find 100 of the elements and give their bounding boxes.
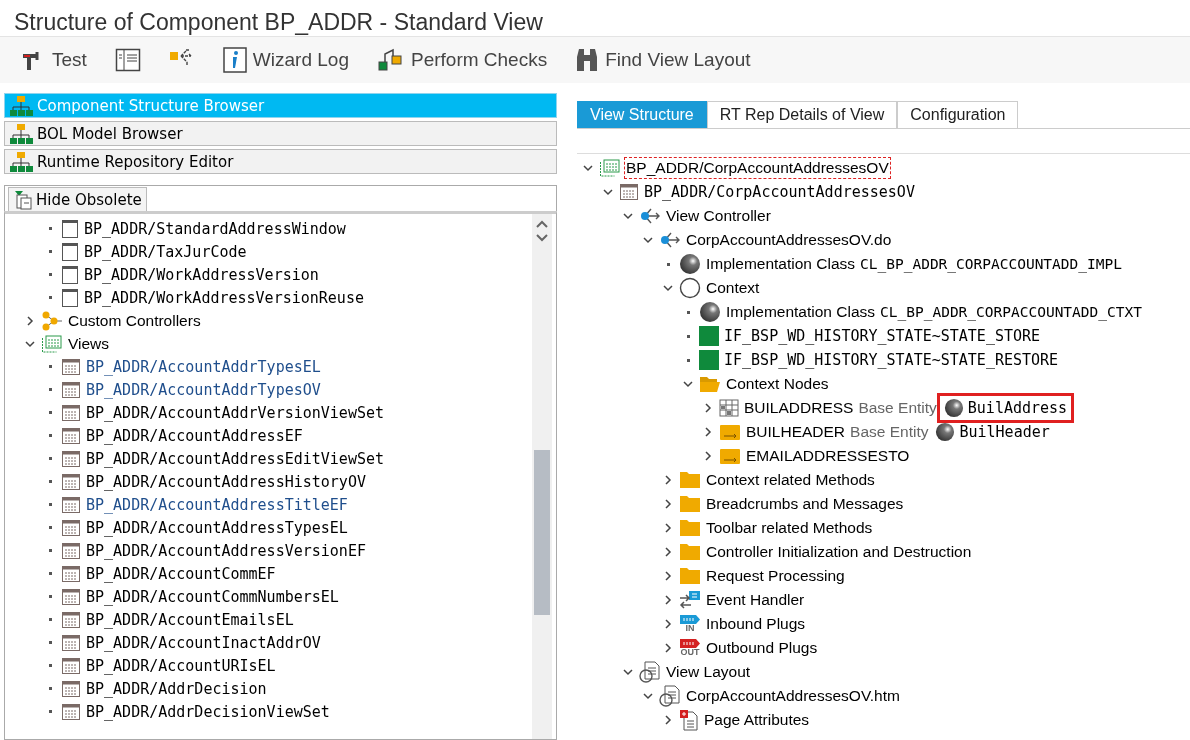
collapse-chevron-icon[interactable] <box>682 378 694 390</box>
toolbar-button[interactable]: Find View Layout <box>571 43 755 77</box>
tree-node-label[interactable]: BP_ADDR/AddrDecisionViewSet <box>85 701 331 722</box>
expand-chevron-icon[interactable] <box>662 522 674 534</box>
view-layout-icon <box>61 702 81 721</box>
tree-node-label[interactable]: Views <box>67 333 111 354</box>
scrollbar[interactable] <box>532 214 552 739</box>
expand-chevron-icon[interactable] <box>702 402 714 414</box>
tree-node-label[interactable]: BP_ADDR/AccountEmailsEL <box>85 609 295 630</box>
tree-node-label[interactable]: IF_BSP_WD_HISTORY_STATE~STATE_STORE <box>723 326 1042 346</box>
tree-node-label[interactable]: BP_ADDR/AccountCommEF <box>85 563 277 584</box>
event-handler-icon <box>679 590 701 610</box>
tree-node-label[interactable]: BP_ADDR/AccountAddressHistoryOV <box>85 471 367 492</box>
folder-icon <box>679 519 701 537</box>
tree-node-label[interactable]: CorpAccountAddressesOV.do <box>685 230 893 250</box>
tree-node-label[interactable]: BP_ADDR/AccountCommNumbersEL <box>85 586 340 607</box>
tree-node-label[interactable]: Event Handler <box>705 590 806 610</box>
tree-node-label[interactable]: BP_ADDR/AccountAddressEF <box>85 425 304 446</box>
view-layout-icon <box>61 449 81 468</box>
expand-chevron-icon[interactable] <box>702 450 714 462</box>
expand-chevron-icon[interactable] <box>662 714 674 726</box>
tree-node-label[interactable]: Request Processing <box>705 566 846 586</box>
tree-node-label[interactable]: BUILHEADER <box>745 422 847 442</box>
expand-chevron-icon[interactable] <box>24 314 36 327</box>
tree-node-label[interactable]: BP_ADDR/AccountInactAddrOV <box>85 632 322 653</box>
collapse-chevron-icon[interactable] <box>622 210 634 222</box>
binoculars-icon <box>575 47 600 73</box>
tree-node-label[interactable]: View Controller <box>665 206 772 226</box>
scroll-down-icon[interactable] <box>536 234 548 242</box>
toolbar-button[interactable]: Test <box>16 44 91 76</box>
tree-node-label[interactable]: BP_ADDR/AccountURIsEL <box>85 655 277 676</box>
tree-node-label[interactable]: Inbound Plugs <box>705 614 807 634</box>
expand-chevron-icon[interactable] <box>662 594 674 606</box>
collapse-chevron-icon[interactable] <box>662 282 674 294</box>
tree-node-label[interactable]: EMAILADDRESSESTO <box>745 446 911 466</box>
bullet-icon <box>686 334 690 338</box>
entity-name: BuilHeader <box>932 421 1053 443</box>
window-icon <box>61 241 79 262</box>
bullet-icon <box>686 358 690 362</box>
tree-node-label[interactable]: BP_ADDR/CorpAccountAddressesOV <box>643 182 916 202</box>
tree-node-label[interactable]: Context related Methods <box>705 470 876 490</box>
tree-node-label[interactable]: BP_ADDR/WorkAddressVersion <box>83 264 320 285</box>
view-layout-icon <box>61 610 81 629</box>
browser-button[interactable]: Runtime Repository Editor <box>4 149 557 174</box>
collapse-chevron-icon[interactable] <box>582 162 594 174</box>
expand-chevron-icon[interactable] <box>662 618 674 630</box>
sphere-icon <box>679 253 701 275</box>
hide-obsolete-button[interactable]: Hide Obsolete <box>8 187 147 211</box>
tree-node-label[interactable]: Breadcrumbs and Messages <box>705 494 905 514</box>
tree-node-label[interactable]: BP_ADDR/AccountAddressTypesEL <box>85 517 349 538</box>
tab[interactable]: RT Rep Details of View <box>706 101 898 128</box>
tree-node-label[interactable]: View Layout <box>665 662 752 682</box>
bullet-icon <box>48 710 52 713</box>
toolbar-button[interactable]: Wizard Log <box>218 43 353 77</box>
browser-button[interactable]: BOL Model Browser <box>4 121 557 146</box>
tree-node-label[interactable]: BP_ADDR/AccountAddressTitleEF <box>85 494 349 515</box>
tree-node-label[interactable]: BP_ADDR/AccountAddrTypesEL <box>85 356 322 377</box>
tab[interactable]: Configuration <box>897 101 1019 128</box>
page-attributes-icon <box>679 709 699 731</box>
info-icon <box>222 47 247 73</box>
tree-node-label[interactable]: IF_BSP_WD_HISTORY_STATE~STATE_RESTORE <box>723 350 1060 370</box>
toolbar-button[interactable]: Perform Checks <box>372 44 552 76</box>
tree-node-label[interactable]: BP_ADDR/AccountAddressEditViewSet <box>85 448 385 469</box>
tree-node-label[interactable]: Context Nodes <box>725 374 830 394</box>
layout-icon[interactable] <box>114 48 141 72</box>
tree-node-label[interactable]: BUILADDRESS <box>743 398 855 418</box>
folder-icon <box>679 471 701 489</box>
tree-node-label[interactable]: BP_ADDR/AccountAddrTypesOV <box>85 379 322 400</box>
tree-node-label[interactable]: BP_ADDR/AddrDecision <box>85 678 268 699</box>
tree-node-label[interactable]: BP_ADDR/CorpAccountAddressesOV <box>625 158 890 178</box>
tree-node-label[interactable]: BP_ADDR/WorkAddressVersionReuse <box>83 287 365 308</box>
tree-node-label[interactable]: CorpAccountAddressesOV.htm <box>685 686 901 706</box>
tree-node-label[interactable]: Context <box>705 278 761 298</box>
collapse-chevron-icon[interactable] <box>642 234 654 246</box>
tree-node-label[interactable]: BP_ADDR/TaxJurCode <box>83 241 248 262</box>
tree-node-label[interactable]: BP_ADDR/AccountAddrVersionViewSet <box>85 402 385 423</box>
view-set-icon <box>41 333 63 354</box>
tree-node-label[interactable]: Outbound Plugs <box>705 638 819 658</box>
tree-node-label[interactable]: BP_ADDR/StandardAddressWindow <box>83 218 347 239</box>
bullet-icon <box>48 457 52 460</box>
expand-chevron-icon[interactable] <box>662 642 674 654</box>
tree-node-label[interactable]: BP_ADDR/AccountAddressVersionEF <box>85 540 367 561</box>
view-layout-icon <box>61 518 81 537</box>
tree-node-label[interactable]: Toolbar related Methods <box>705 518 874 538</box>
tree-node-label[interactable]: Page Attributes <box>703 710 811 730</box>
expand-chevron-icon[interactable] <box>662 570 674 582</box>
circle-icon <box>679 277 701 299</box>
tree-node-label[interactable]: Controller Initialization and Destruction <box>705 542 973 562</box>
collapse-chevron-icon[interactable] <box>622 666 634 678</box>
expand-chevron-icon[interactable] <box>662 474 674 486</box>
bullet-icon <box>48 480 52 483</box>
scroll-up-icon[interactable] <box>536 220 548 228</box>
expand-chevron-icon[interactable] <box>662 498 674 510</box>
tree-node-label[interactable]: Custom Controllers <box>67 310 202 331</box>
collapse-chevron-icon[interactable] <box>602 186 614 198</box>
collapse-chevron-icon[interactable] <box>642 690 654 702</box>
tree-node-label[interactable]: Implementation Class <box>725 302 877 322</box>
expand-chevron-icon[interactable] <box>702 426 714 438</box>
expand-chevron-icon[interactable] <box>662 546 674 558</box>
tree-node-label[interactable]: Implementation Class <box>705 254 857 274</box>
